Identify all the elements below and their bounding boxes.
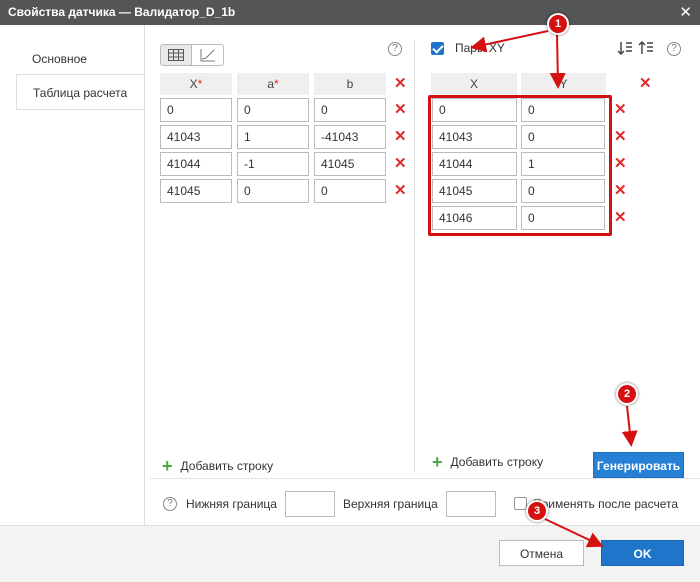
delete-all-rows-icon[interactable]: ✕ xyxy=(639,76,652,91)
dialog-footer xyxy=(0,526,700,582)
generate-button[interactable]: Генерировать xyxy=(593,452,684,478)
delete-row-icon[interactable]: ✕ xyxy=(394,102,407,117)
column-header-x: X xyxy=(431,73,517,95)
apply-after-calculation-checkbox[interactable] xyxy=(514,497,527,510)
delete-all-rows-icon[interactable]: ✕ xyxy=(394,76,407,91)
apply-after-calculation-label: Применять после расчета xyxy=(533,497,679,511)
plus-icon: + xyxy=(432,452,443,472)
table-cell-input[interactable]: 0 xyxy=(237,98,309,122)
annotation-marker: 3 xyxy=(528,502,546,520)
sort-ascending-icon[interactable] xyxy=(617,40,633,56)
column-header-y: Y xyxy=(521,73,606,95)
sidebar: Основное Таблица расчета xyxy=(0,25,145,525)
pairs-xy-label: Пары XY xyxy=(455,41,505,55)
lower-bound-label: Нижняя граница xyxy=(186,497,277,511)
delete-row-icon[interactable]: ✕ xyxy=(394,183,407,198)
tab-label: Основное xyxy=(32,52,87,66)
annotation-marker: 1 xyxy=(549,15,567,33)
help-icon[interactable]: ? xyxy=(388,42,402,56)
table-cell-input[interactable]: 0 xyxy=(160,98,232,122)
window-titlebar: Свойства датчика — Валидатор_D_1b ✕ xyxy=(0,0,700,25)
tab-calculation-table[interactable]: Таблица расчета xyxy=(16,74,144,110)
table-cell-input[interactable]: -41043 xyxy=(314,125,386,149)
required-mark: * xyxy=(274,77,279,91)
pairs-xy-checkbox[interactable] xyxy=(431,42,444,55)
tab-label: Таблица расчета xyxy=(33,86,128,100)
annotation-marker: 2 xyxy=(618,385,636,403)
table-cell-input[interactable]: 41044 xyxy=(160,152,232,176)
annotation-highlight-box xyxy=(428,95,612,236)
add-row-button-right[interactable]: + Добавить строку xyxy=(432,452,544,472)
section-divider xyxy=(150,478,700,479)
cancel-button[interactable]: Отмена xyxy=(499,540,584,566)
lower-bound-input[interactable] xyxy=(285,491,335,517)
plus-icon: + xyxy=(162,456,173,476)
close-icon[interactable]: ✕ xyxy=(679,0,692,25)
delete-row-icon[interactable]: ✕ xyxy=(394,129,407,144)
add-row-button-left[interactable]: + Добавить строку xyxy=(162,456,274,476)
column-header-a: a* xyxy=(237,73,309,95)
table-icon xyxy=(168,49,184,61)
window-title: Свойства датчика — Валидатор_D_1b xyxy=(8,5,236,19)
delete-row-icon[interactable]: ✕ xyxy=(394,156,407,171)
table-cell-input[interactable]: 41045 xyxy=(314,152,386,176)
panel-divider xyxy=(414,40,415,472)
column-header-x: X* xyxy=(160,73,232,95)
add-row-label: Добавить строку xyxy=(180,459,274,473)
ok-button[interactable]: OK xyxy=(601,540,684,566)
delete-row-icon[interactable]: ✕ xyxy=(614,210,627,225)
delete-row-icon[interactable]: ✕ xyxy=(614,156,627,171)
delete-row-icon[interactable]: ✕ xyxy=(614,102,627,117)
view-toggle xyxy=(160,44,224,66)
content-border xyxy=(144,25,145,525)
table-view-button[interactable] xyxy=(160,44,192,66)
table-cell-input[interactable]: 41045 xyxy=(160,179,232,203)
add-row-label: Добавить строку xyxy=(450,455,544,469)
tab-general[interactable]: Основное xyxy=(16,41,144,77)
help-icon[interactable]: ? xyxy=(163,497,177,511)
table-cell-input[interactable]: 0 xyxy=(314,98,386,122)
upper-bound-label: Верхняя граница xyxy=(343,497,438,511)
table-cell-input[interactable]: 1 xyxy=(237,125,309,149)
delete-row-icon[interactable]: ✕ xyxy=(614,129,627,144)
delete-row-icon[interactable]: ✕ xyxy=(614,183,627,198)
upper-bound-input[interactable] xyxy=(446,491,496,517)
column-header-b: b xyxy=(314,73,386,95)
table-cell-input[interactable]: 0 xyxy=(237,179,309,203)
table-cell-input[interactable]: 41043 xyxy=(160,125,232,149)
table-cell-input[interactable]: -1 xyxy=(237,152,309,176)
table-cell-input[interactable]: 0 xyxy=(314,179,386,203)
sort-descending-icon[interactable] xyxy=(638,40,654,56)
chart-view-button[interactable] xyxy=(192,44,224,66)
chart-icon xyxy=(200,49,215,62)
required-mark: * xyxy=(197,77,203,91)
help-icon[interactable]: ? xyxy=(667,42,681,56)
